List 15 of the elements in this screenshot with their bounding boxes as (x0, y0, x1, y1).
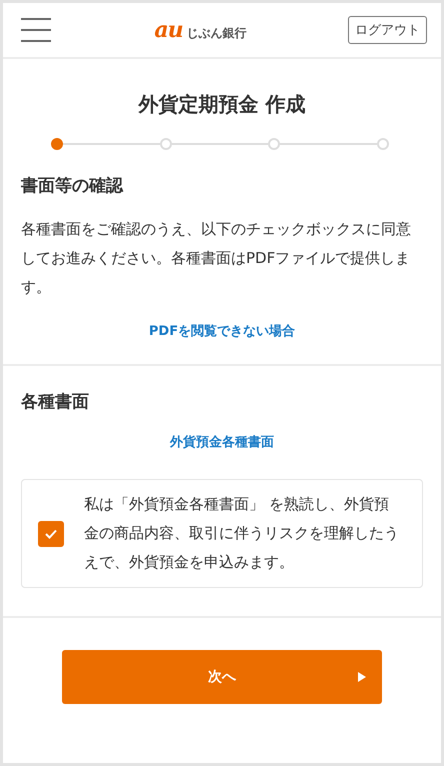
document-link[interactable]: 外貨預金各種書面 (170, 435, 274, 450)
section-text: 各種書面をご確認のうえ、以下のチェックボックスに同意してお進みください。各種書面はPDFファイルで提供します。 (21, 219, 412, 298)
section-heading: 各種書面 (21, 391, 90, 413)
section-heading: 書面等の確認 (21, 175, 124, 197)
logo-text: じぶん銀行 (186, 25, 247, 42)
play-icon (358, 672, 366, 682)
logo-mark: au (154, 17, 183, 43)
agreement-text: 私は「外貨預金各種書面」 を熟読し、外貨預金の商品内容、取引に伴うリスクを理解したうえで、外貨預金を申込みます。 (84, 494, 400, 573)
next-button[interactable]: 次へ (62, 650, 382, 704)
logout-button[interactable]: ログアウト (348, 16, 427, 44)
page-title: 外貨定期預金 作成 (137, 91, 306, 118)
menu-icon[interactable] (19, 16, 53, 44)
agree-checkbox[interactable] (38, 520, 64, 546)
document-link[interactable]: PDFを閲覧できない場合 (148, 324, 296, 339)
check-icon (44, 528, 58, 540)
